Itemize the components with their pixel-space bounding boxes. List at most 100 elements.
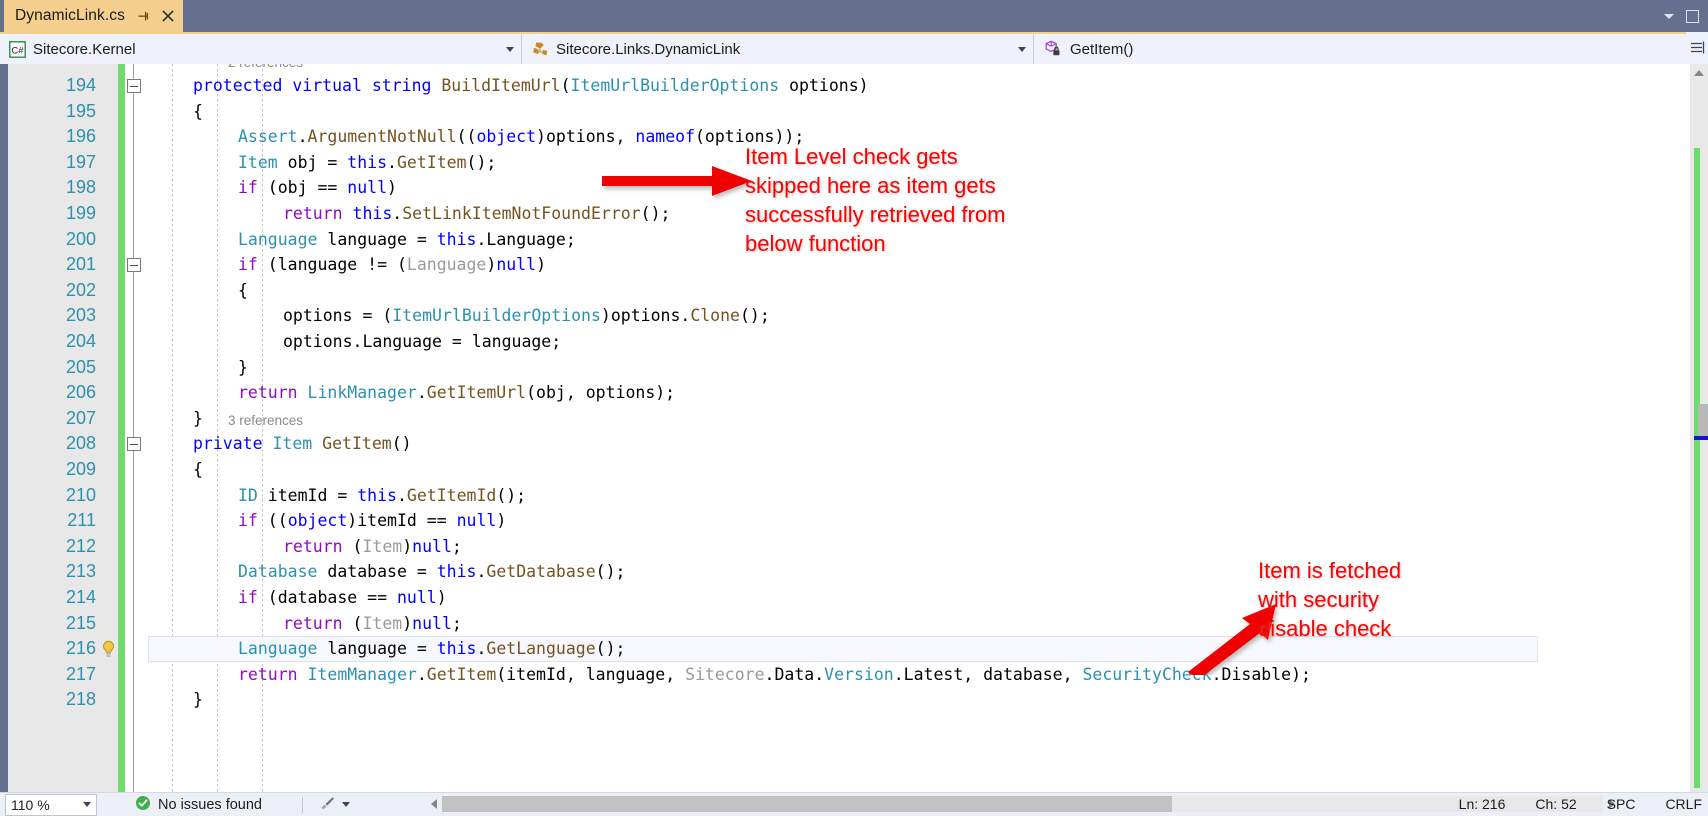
scroll-up-icon[interactable] <box>1690 64 1708 82</box>
line-number: 218 <box>65 689 96 710</box>
line-number: 213 <box>65 561 96 582</box>
line-ending-indicator: CRLF <box>1665 796 1702 812</box>
line-number: 203 <box>65 305 96 326</box>
indentation-indicator: SPC <box>1606 796 1636 812</box>
tab-list-dropdown-icon[interactable] <box>1664 13 1674 19</box>
caret-position-marker <box>1694 436 1708 440</box>
horizontal-scrollbar-track[interactable] <box>442 796 1603 812</box>
chevron-down-icon <box>341 802 350 807</box>
zoom-level-value: 110 % <box>11 796 50 813</box>
code-text: ID itemId = this.GetItemId(); <box>238 485 527 505</box>
code-text: } <box>193 408 203 428</box>
line-number: 205 <box>65 356 96 377</box>
code-text: Assert.ArgumentNotNull((object)options, … <box>238 127 805 147</box>
code-line[interactable]: 208 private Item GetItem() <box>0 431 1550 457</box>
line-number: 209 <box>65 459 96 479</box>
column-indicator: Ch: 52 <box>1535 796 1577 812</box>
csharp-project-icon: C# <box>9 40 26 58</box>
pin-icon[interactable] <box>136 9 151 24</box>
class-icon <box>531 41 549 58</box>
code-text: private Item GetItem() <box>193 434 412 454</box>
line-number: 199 <box>65 203 96 223</box>
code-line[interactable]: 218} <box>0 687 1550 713</box>
code-text: return LinkManager.GetItemUrl(obj, optio… <box>238 383 676 403</box>
fold-toggle-icon[interactable] <box>127 437 141 452</box>
line-number: 202 <box>65 279 96 300</box>
code-line[interactable]: 195 { <box>0 99 1550 125</box>
active-files-icon[interactable] <box>1686 9 1699 23</box>
document-tab-strip: DynamicLink.cs <box>0 0 1708 32</box>
code-text: { <box>193 460 203 479</box>
lightbulb-icon[interactable] <box>100 640 117 659</box>
code-text: if ((object)itemId == null) <box>238 511 507 531</box>
status-separator <box>301 796 303 813</box>
code-text: options = (ItemUrlBuilderOptions)options… <box>283 306 770 326</box>
navbar-member-value: GetItem() <box>1070 40 1134 58</box>
svg-text:C#: C# <box>11 45 24 56</box>
vertical-scrollbar-thumb[interactable] <box>1698 404 1708 436</box>
code-text: options.Language = language; <box>283 332 562 351</box>
code-text: protected virtual string BuildItemUrl(It… <box>193 76 869 95</box>
code-line[interactable]: 203 options = (ItemUrlBuilderOptions)opti… <box>0 303 1550 329</box>
document-tab-dynamiclink[interactable]: DynamicLink.cs <box>4 0 183 32</box>
code-text: } <box>238 357 248 377</box>
code-text: } <box>193 690 203 710</box>
check-circle-icon <box>135 795 151 814</box>
line-number: 207 <box>65 407 96 428</box>
line-number: 214 <box>65 587 96 607</box>
code-line[interactable]: 211 if ((object)itemId == null) <box>0 508 1550 534</box>
tab-strip-controls <box>1664 0 1704 32</box>
horizontal-scrollbar[interactable] <box>425 793 1620 815</box>
line-number: 210 <box>65 484 96 505</box>
chevron-down-icon[interactable] <box>499 46 521 52</box>
line-number: 204 <box>65 331 96 351</box>
chevron-down-icon[interactable] <box>1011 46 1033 52</box>
vertical-scrollbar[interactable] <box>1690 64 1708 792</box>
fold-toggle-icon[interactable] <box>127 258 141 273</box>
code-line[interactable]: 210 ID itemId = this.GetItemId(); <box>0 483 1550 509</box>
code-line[interactable]: 206 return LinkManager.GetItemUrl(obj, op… <box>0 380 1550 406</box>
code-text: return ItemManager.GetItem(itemId, langu… <box>238 664 1311 684</box>
annotation-item-level-check: Item Level check gets skipped here as it… <box>745 144 1006 256</box>
code-text: return (Item)null; <box>283 613 462 633</box>
navbar-type-dropdown[interactable]: Sitecore.Links.DynamicLink <box>522 34 1034 64</box>
fold-toggle-icon[interactable] <box>127 79 141 93</box>
code-text: return (Item)null; <box>283 536 462 556</box>
line-number: 215 <box>65 612 96 633</box>
code-line[interactable]: 217 return ItemManager.GetItem(itemId, la… <box>0 662 1550 688</box>
navbar-project-dropdown[interactable]: C# Sitecore.Kernel <box>0 34 522 64</box>
scroll-left-icon[interactable] <box>425 793 442 815</box>
code-line[interactable]: 205} <box>0 355 1550 381</box>
line-number: 196 <box>65 126 96 147</box>
chevron-down-icon <box>83 802 91 807</box>
status-bar-right: Ln: 216 Ch: 52 SPC CRLF <box>1459 792 1702 816</box>
line-number: 197 <box>65 151 96 172</box>
code-text: Language language = this.GetLanguage(); <box>238 639 626 659</box>
code-line[interactable]: 194 protected virtual string BuildItemUrl… <box>0 73 1550 99</box>
code-text: { <box>238 280 248 300</box>
close-icon[interactable] <box>160 8 176 24</box>
code-line[interactable]: 202 { <box>0 278 1550 304</box>
codelens-references[interactable]: 2 references <box>228 64 303 73</box>
codelens-references[interactable]: 3 references <box>228 411 303 431</box>
code-line[interactable]: 204 options.Language = language; <box>0 329 1550 355</box>
line-number: 194 <box>65 75 96 95</box>
issues-indicator[interactable]: No issues found <box>135 795 262 814</box>
code-text: if (database == null) <box>238 588 447 607</box>
scrollbar-change-track <box>1694 148 1700 788</box>
navbar-overflow-icon[interactable] <box>1686 32 1708 64</box>
zoom-level-dropdown[interactable]: 110 % <box>5 793 97 816</box>
navbar-member-dropdown[interactable]: GetItem() <box>1034 34 1708 64</box>
navbar-type-value: Sitecore.Links.DynamicLink <box>556 40 741 58</box>
horizontal-scrollbar-thumb[interactable] <box>442 796 1172 812</box>
code-cleanup-button[interactable] <box>319 795 350 815</box>
method-private-icon <box>1043 40 1063 58</box>
line-number: 201 <box>65 254 96 275</box>
code-text: return this.SetLinkItemNotFoundError(); <box>283 204 671 223</box>
code-line[interactable]: 209 { <box>0 457 1550 483</box>
navigation-bar: C# Sitecore.Kernel Sitecore.Links.Dynami… <box>0 32 1708 64</box>
issues-label: No issues found <box>158 796 262 813</box>
line-number: 195 <box>65 100 96 121</box>
line-number: 208 <box>65 433 96 454</box>
line-number: 211 <box>67 510 96 531</box>
